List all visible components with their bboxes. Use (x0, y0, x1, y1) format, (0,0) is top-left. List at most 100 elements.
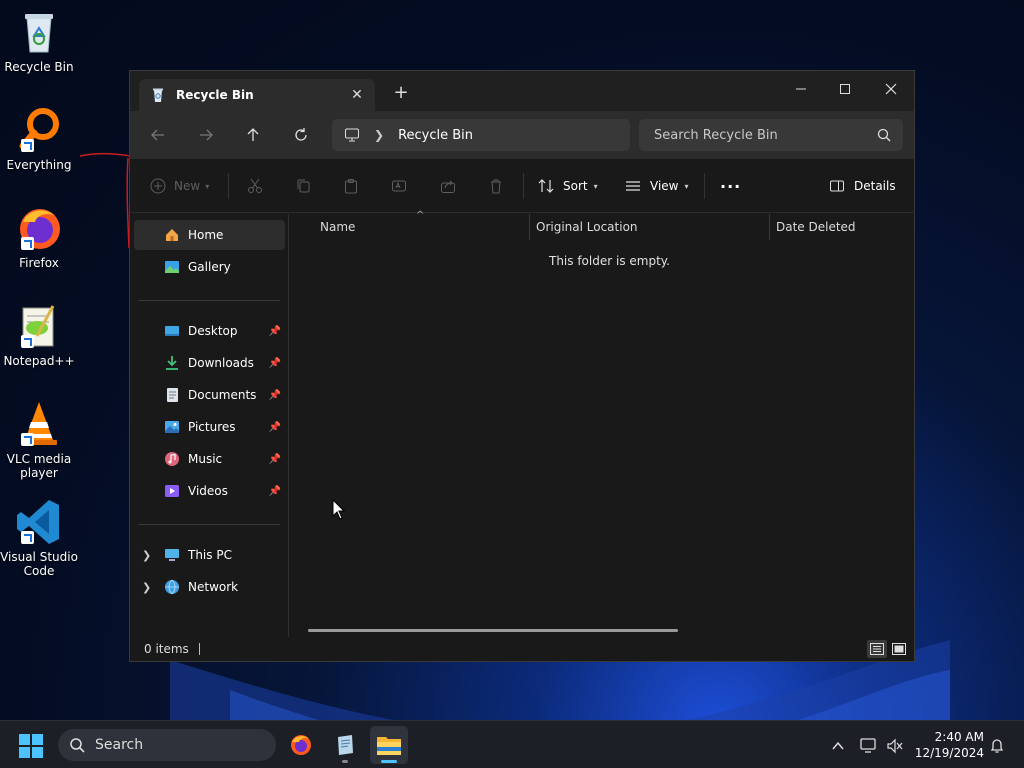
sort-icon (538, 179, 554, 193)
copy-button[interactable] (295, 174, 311, 198)
breadcrumb-recycle-bin[interactable]: Recycle Bin (398, 128, 473, 143)
paste-button[interactable] (343, 174, 359, 198)
desktop-icon-label: VLC media player (6, 452, 72, 480)
clock-date: 12/19/2024 (914, 746, 984, 760)
monitor-icon (345, 128, 359, 142)
pin-icon[interactable]: 📌 (269, 486, 281, 497)
everything-icon (15, 106, 63, 154)
nav-item-label: Music (188, 452, 223, 466)
back-button[interactable] (144, 123, 172, 147)
pin-icon[interactable]: 📌 (269, 390, 281, 401)
chevron-right-icon[interactable]: ❯ (374, 128, 384, 142)
title-bar: Recycle Bin ✕ + (130, 71, 914, 111)
desktop-icon-firefox[interactable]: Firefox (0, 204, 78, 270)
active-indicator (381, 760, 397, 763)
folder-icon (377, 737, 401, 755)
trash-icon (491, 179, 501, 194)
nav-item-music[interactable]: Music 📌 (134, 444, 285, 474)
horizontal-scrollbar[interactable] (308, 629, 678, 632)
nav-item-this-pc[interactable]: ❯ This PC (134, 540, 285, 570)
desktop-icon-everything[interactable]: Everything (0, 106, 78, 172)
column-header-date-deleted[interactable]: Date Deleted (776, 214, 914, 240)
chevron-right-icon[interactable]: ❯ (142, 549, 151, 562)
taskbar-search-box[interactable]: Search (58, 729, 276, 761)
volume-button[interactable] (884, 735, 906, 757)
details-button[interactable]: Details (829, 174, 896, 198)
nav-item-pictures[interactable]: Pictures 📌 (134, 412, 285, 442)
search-input[interactable] (654, 127, 864, 143)
desktop-icon-label: Firefox (19, 256, 59, 270)
chevron-down-icon: ▾ (684, 181, 689, 191)
desktop-icon-vlc[interactable]: VLC media player (0, 400, 78, 480)
nav-item-label: Desktop (188, 324, 238, 338)
more-icon: ··· (720, 176, 742, 196)
new-button[interactable]: New ▾ (150, 174, 209, 198)
up-button[interactable] (239, 123, 267, 147)
home-icon (164, 227, 180, 243)
download-icon (164, 355, 180, 371)
nav-item-network[interactable]: ❯ Network (134, 572, 285, 602)
notifications-button[interactable] (986, 735, 1008, 757)
nav-divider (138, 524, 280, 525)
column-divider[interactable] (769, 214, 770, 240)
close-tab-icon[interactable]: ✕ (345, 87, 369, 103)
column-header-name[interactable]: Name (320, 214, 528, 240)
delete-button[interactable] (488, 174, 504, 198)
nav-item-documents[interactable]: Documents 📌 (134, 380, 285, 410)
address-bar[interactable]: ❯ Recycle Bin (332, 119, 630, 151)
network-status-button[interactable] (858, 735, 880, 757)
large-icons-view-button[interactable] (889, 640, 909, 658)
nav-item-desktop[interactable]: Desktop 📌 (134, 316, 285, 346)
arrow-right-icon (200, 129, 213, 141)
new-tab-button[interactable]: + (392, 83, 410, 103)
toolbar-divider (704, 173, 705, 199)
view-button[interactable]: View ▾ (625, 174, 689, 198)
share-button[interactable] (440, 174, 456, 198)
desktop-icon-recycle-bin[interactable]: Recycle Bin (0, 8, 78, 74)
videos-icon (164, 483, 180, 499)
windows-logo-icon (19, 734, 43, 758)
command-bar: New ▾ Sort ▾ View ▾ ··· Details (130, 159, 914, 213)
search-box[interactable] (639, 119, 903, 151)
taskbar-app-pinned[interactable] (326, 726, 364, 764)
status-divider (198, 643, 200, 655)
nav-item-downloads[interactable]: Downloads 📌 (134, 348, 285, 378)
pin-icon[interactable]: 📌 (269, 326, 281, 337)
close-window-button[interactable] (868, 75, 914, 103)
forward-button[interactable] (192, 123, 220, 147)
show-hidden-icons-button[interactable] (827, 735, 849, 757)
search-icon (877, 128, 891, 142)
more-options-button[interactable]: ··· (720, 174, 741, 198)
pin-icon[interactable]: 📌 (269, 454, 281, 465)
taskbar-clock[interactable]: 2:40 AM 12/19/2024 (914, 729, 984, 761)
tab-title: Recycle Bin (176, 88, 254, 102)
desktop-icon-notepad-plus-plus[interactable]: Notepad++ (0, 302, 78, 368)
chevron-right-icon[interactable]: ❯ (142, 581, 151, 594)
pin-icon[interactable]: 📌 (269, 422, 281, 433)
maximize-button[interactable] (822, 75, 868, 103)
start-button[interactable] (18, 733, 44, 759)
desktop-icon-vscode[interactable]: Visual Studio Code (0, 498, 78, 578)
nav-item-videos[interactable]: Videos 📌 (134, 476, 285, 506)
minimize-icon (796, 88, 806, 90)
taskbar-firefox[interactable] (282, 726, 320, 764)
column-divider[interactable] (529, 214, 530, 240)
nav-item-gallery[interactable]: Gallery (134, 252, 285, 282)
large-icons-view-icon (892, 643, 906, 655)
gallery-icon (164, 259, 180, 275)
vscode-icon (15, 498, 63, 546)
nav-item-home[interactable]: Home (134, 220, 285, 250)
rename-button[interactable] (391, 174, 407, 198)
nav-item-label: Network (188, 580, 239, 594)
details-view-button[interactable] (867, 640, 887, 658)
column-header-original-location[interactable]: Original Location (536, 214, 768, 240)
tab-recycle-bin[interactable]: Recycle Bin ✕ (139, 79, 375, 111)
cut-button[interactable] (247, 174, 263, 198)
nav-item-label: Documents (188, 388, 257, 402)
refresh-button[interactable] (287, 123, 315, 147)
minimize-button[interactable] (778, 75, 824, 103)
network-icon (164, 579, 180, 595)
pin-icon[interactable]: 📌 (269, 358, 281, 369)
sort-button[interactable]: Sort ▾ (538, 174, 598, 198)
taskbar-file-explorer[interactable] (370, 726, 408, 764)
